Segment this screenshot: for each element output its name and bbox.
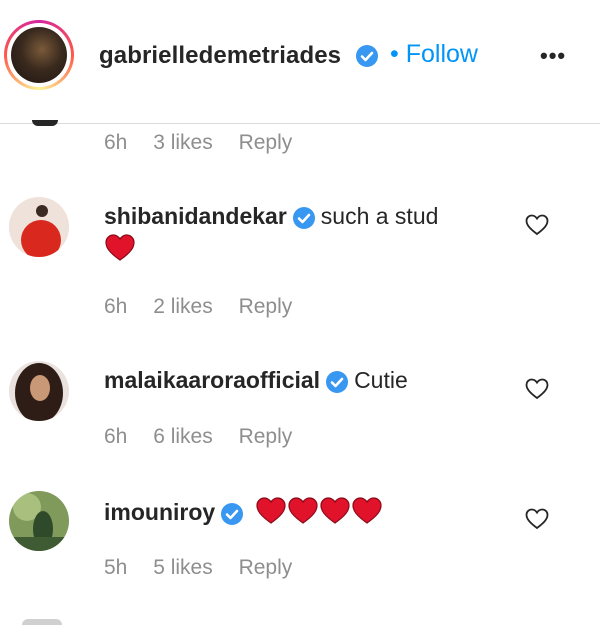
- comment-body: imouniroy: [104, 497, 384, 531]
- red-heart-emoji: [287, 497, 318, 531]
- like-heart-icon[interactable]: [525, 214, 549, 241]
- red-heart-emoji: [319, 497, 350, 531]
- red-heart-emoji: [351, 497, 382, 531]
- comment-username[interactable]: imouniroy: [104, 499, 215, 525]
- post-header: gabrielledemetriades • Follow •••: [0, 0, 600, 124]
- comment-likes[interactable]: 3 likes: [153, 131, 213, 154]
- comment-body: malaikaaroraofficial Cutie: [104, 367, 408, 394]
- comment-time: 6h: [104, 131, 128, 154]
- avatar-image: [11, 27, 67, 83]
- reply-button[interactable]: Reply: [239, 131, 293, 154]
- verified-badge-icon: [356, 45, 378, 67]
- comment-meta: 6h 3 likes Reply: [104, 131, 312, 155]
- comment-meta: 6h 6 likes Reply: [104, 425, 312, 449]
- comment-likes[interactable]: 5 likes: [153, 556, 213, 579]
- follow-button[interactable]: Follow: [406, 40, 478, 68]
- avatar[interactable]: [9, 491, 69, 551]
- red-heart-emoji: [255, 497, 286, 531]
- comment-body: shibanidandekar such a stud: [104, 203, 438, 230]
- separator-dot: •: [390, 40, 399, 68]
- partial-avatar: [22, 619, 62, 625]
- avatar[interactable]: [9, 361, 69, 421]
- avatar[interactable]: [9, 197, 69, 257]
- reply-button[interactable]: Reply: [239, 295, 293, 318]
- red-heart-emoji: [105, 234, 135, 267]
- reply-button[interactable]: Reply: [239, 556, 293, 579]
- follow-group: • Follow: [390, 40, 478, 69]
- reply-button[interactable]: Reply: [239, 425, 293, 448]
- comment-text: such a stud: [320, 203, 439, 229]
- comment-time: 5h: [104, 556, 128, 579]
- more-options-icon[interactable]: •••: [540, 43, 566, 69]
- comment-username[interactable]: shibanidandekar: [104, 203, 287, 229]
- header-avatar[interactable]: [4, 20, 74, 90]
- comment-username[interactable]: malaikaaroraofficial: [104, 367, 320, 393]
- comment-meta: 6h 2 likes Reply: [104, 295, 312, 319]
- like-heart-icon[interactable]: [525, 378, 549, 405]
- comment-text: Cutie: [354, 367, 408, 393]
- like-heart-icon[interactable]: [525, 508, 549, 535]
- comment-time: 6h: [104, 425, 128, 448]
- verified-badge-icon: [292, 206, 315, 229]
- comment-likes[interactable]: 6 likes: [153, 425, 213, 448]
- comment-time: 6h: [104, 295, 128, 318]
- comment-meta: 5h 5 likes Reply: [104, 556, 312, 580]
- comment-likes[interactable]: 2 likes: [153, 295, 213, 318]
- partial-avatar: [32, 120, 58, 126]
- verified-badge-icon: [326, 370, 349, 393]
- header-username[interactable]: gabrielledemetriades: [99, 42, 341, 70]
- verified-badge-icon: [221, 503, 244, 525]
